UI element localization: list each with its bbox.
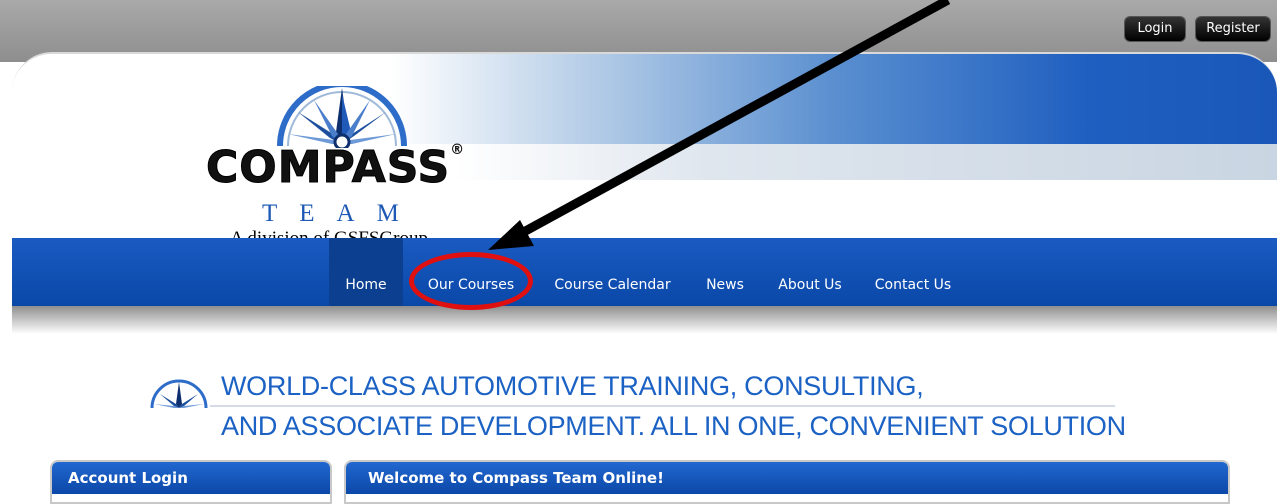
nav-item-contact-us[interactable]: Contact Us (868, 238, 958, 306)
nav-item-course-calendar[interactable]: Course Calendar (545, 238, 680, 306)
header-banner (12, 54, 1277, 144)
header-stripe (12, 144, 1277, 180)
hero-heading-line2: AND ASSOCIATE DEVELOPMENT. ALL IN ONE, C… (221, 411, 1126, 441)
site-header (12, 52, 1277, 238)
highlight-circle-annotation (409, 252, 533, 310)
heading-divider (210, 405, 1115, 407)
account-login-panel: Account Login (50, 460, 332, 504)
welcome-title: Welcome to Compass Team Online! (346, 462, 1228, 494)
welcome-panel: Welcome to Compass Team Online! (344, 460, 1230, 504)
nav-item-home[interactable]: Home (329, 238, 403, 306)
login-button[interactable]: Login (1125, 17, 1185, 41)
logo-wordmark-text: COMPASS (205, 142, 451, 194)
account-login-title: Account Login (52, 462, 330, 494)
compass-rose-icon (277, 86, 407, 148)
logo-team-text: TEAM (262, 200, 421, 227)
logo-wordmark: COMPASS® (205, 142, 466, 194)
logo-registered-mark: ® (450, 142, 466, 158)
nav-shadow (12, 306, 1277, 334)
nav-item-about-us[interactable]: About Us (770, 238, 850, 306)
hero-heading-line1: WORLD-CLASS AUTOMOTIVE TRAINING, CONSULT… (221, 371, 924, 401)
nav-item-news[interactable]: News (700, 238, 750, 306)
compass-heading-icon (150, 379, 208, 409)
register-button[interactable]: Register (1196, 17, 1270, 41)
